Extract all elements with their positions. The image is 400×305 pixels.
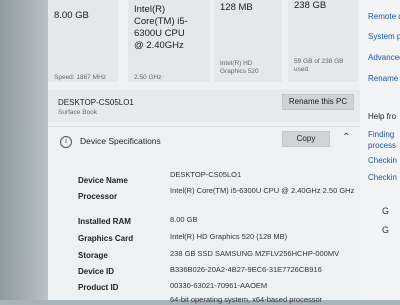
spec-value-storage: 238 GB SSD SAMSUNG MZFLV256HCHP-000MV <box>170 249 340 258</box>
ram-speed: Speed: 1867 MHz <box>54 74 107 81</box>
ram-tile: 8.00 GB Speed: 1867 MHz <box>48 0 118 82</box>
spec-value-product-id: 00330-63021-70961-AAOEM <box>170 281 268 290</box>
spec-value-system-type: 64-bit operating system, x64-based proce… <box>170 295 323 304</box>
device-specifications-list: Device Name DESKTOP-CS05LO1 Processor In… <box>48 156 360 304</box>
screen-left-shade <box>0 0 48 300</box>
system-protection-link[interactable]: System pr <box>368 32 400 41</box>
spec-value-device-id: B336B026-20A2-4B27-9EC6-31E7726CB916 <box>170 265 322 274</box>
chevron-up-icon[interactable]: ⌃ <box>342 132 350 143</box>
storage-tile: 238 GB 59 GB of 238 GB used <box>288 0 358 82</box>
processor-tile: Intel(R) Core(TM) i5-6300U CPU @ 2.40GHz… <box>128 0 210 82</box>
graphics-name: Intel(R) HD Graphics 520 <box>220 60 259 75</box>
spec-value-processor: Intel(R) Core(TM) i5-6300U CPU @ 2.40GHz… <box>170 186 355 195</box>
storage-value: 238 GB <box>294 0 327 11</box>
spec-value-device-name: DESKTOP-CS05LO1 <box>170 170 242 179</box>
spec-label-product-id: Product ID <box>78 283 119 292</box>
spec-value-graphics-card: Intel(R) HD Graphics 520 (128 MB) <box>170 232 288 241</box>
device-name: DESKTOP-CS05LO1 <box>58 98 134 107</box>
spec-label-device-name: Device Name <box>78 176 128 185</box>
help-link-checking-2[interactable]: Checkin <box>368 173 397 182</box>
feedback-icon[interactable]: G <box>382 226 391 235</box>
section-title: Device Specifications <box>80 136 161 146</box>
copy-button[interactable]: Copy <box>282 131 330 147</box>
spec-value-installed-ram: 8.00 GB <box>170 215 198 224</box>
storage-used: 59 GB of 238 GB used <box>294 58 344 73</box>
help-link-finding[interactable]: Finding <box>368 130 394 139</box>
spec-label-graphics-card: Graphics Card <box>78 234 134 243</box>
device-model: Surface Book <box>58 109 98 116</box>
help-link-checking-1[interactable]: Checkin <box>368 156 397 165</box>
remote-desktop-link[interactable]: Remote de <box>368 12 400 21</box>
spec-label-device-id: Device ID <box>78 267 115 276</box>
spec-label-processor: Processor <box>78 192 118 201</box>
related-settings-sidebar: Remote de System pr Advanced Rename Help… <box>360 0 400 300</box>
spec-label-storage: Storage <box>78 251 108 260</box>
ram-value: 8.00 GB <box>54 10 89 21</box>
processor-value: Intel(R) Core(TM) i5-6300U CPU @ 2.40GHz <box>134 4 188 51</box>
spec-label-installed-ram: Installed RAM <box>78 217 131 226</box>
device-name-card: DESKTOP-CS05LO1 Surface Book Rename this… <box>48 90 360 122</box>
rename-pc-button[interactable]: Rename this PC <box>282 94 354 110</box>
graphics-tile: 128 MB Intel(R) HD Graphics 520 <box>214 0 282 82</box>
graphics-value: 128 MB <box>220 2 253 13</box>
info-icon: i <box>60 136 72 148</box>
rename-link[interactable]: Rename <box>368 74 398 83</box>
processor-speed: 2.50 GHz <box>134 74 162 81</box>
help-chat-icon[interactable]: G <box>382 207 391 216</box>
device-specifications-header[interactable]: i Device Specifications Copy ⌃ <box>48 126 360 157</box>
advanced-settings-link[interactable]: Advanced <box>368 53 400 62</box>
help-link-process[interactable]: process <box>368 141 396 150</box>
help-title: Help fro <box>368 112 397 121</box>
